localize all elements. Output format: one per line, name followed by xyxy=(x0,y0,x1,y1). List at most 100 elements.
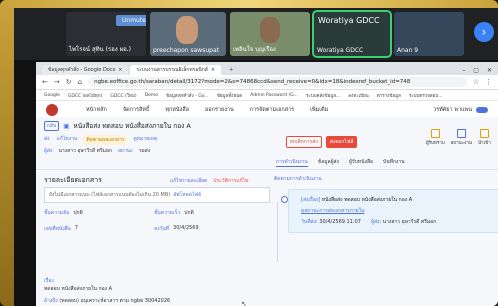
maximize-icon[interactable]: ▢ xyxy=(473,67,479,74)
menu-item-reports[interactable]: ออกรายงาน xyxy=(205,106,234,114)
url-field[interactable]: ngbe.eoffice.go.th/saraban/detail/3172?m… xyxy=(88,77,467,87)
bookmark-item[interactable]: ลงทะเบียน xyxy=(348,92,368,99)
page-title: หนังสือส่ง ทดสอบ หนังสือส่งภายใน กอง A xyxy=(73,122,191,130)
star-icon[interactable]: ☆ xyxy=(473,78,479,86)
participant-tile-3[interactable]: เพลินใจ บุญเรือง xyxy=(230,12,310,56)
upload-link[interactable]: อัพโหลดไฟล์ xyxy=(173,191,201,199)
bookmark-item[interactable]: GDCC (ผลไม้ทุก) xyxy=(68,92,103,99)
bookmarks-bar: Google GDCC (ผลไม้ทุก) GDCC (ใหม่) Demo … xyxy=(36,90,498,101)
page-title-bar: กลับ ▣ หนังสือส่ง ทดสอบ หนังสือส่งภายใน … xyxy=(44,121,191,131)
back-icon[interactable]: ← xyxy=(42,78,48,86)
attachment-text: ยังไม่มีเอกสารแนบ (ไฟล์เอกสารแนบต้องไม่เ… xyxy=(49,192,171,198)
forward-icon[interactable]: → xyxy=(54,78,60,86)
minimize-icon[interactable]: – xyxy=(462,67,465,74)
gold-border-left xyxy=(0,0,14,306)
participant-tile-5[interactable]: Anan 9 xyxy=(394,12,464,56)
bookmark-item[interactable]: Google xyxy=(44,93,60,98)
gold-border-top xyxy=(0,0,498,8)
history-link[interactable]: ประวัติการแก้ไข xyxy=(213,177,248,185)
participant-avatar xyxy=(176,16,198,44)
sender-value: นางสาว อุษาวีรดี ศรีมอก xyxy=(58,148,112,154)
tab-label: ข้อมูลทุกคำสั่ง - Google Docs xyxy=(48,67,116,73)
home-icon[interactable]: ⌂ xyxy=(78,78,82,86)
window-controls: – ▢ ✕ xyxy=(462,65,498,75)
tab-sender-info[interactable]: ข้อมูลผู้ส่ง xyxy=(318,158,339,167)
subject-block: เรื่อง ทดสอบ หนังสือส่งภายใน กอง A อ้างถ… xyxy=(44,277,264,305)
tab-operations[interactable]: การดำเนินงาน xyxy=(276,158,308,167)
back-button[interactable]: กลับ xyxy=(44,121,60,131)
chevron-right-icon[interactable]: › xyxy=(474,22,494,42)
bookmark-item[interactable]: Admin Password (G... xyxy=(250,93,298,98)
close-icon[interactable]: × xyxy=(118,67,122,73)
mouse-cursor-icon: ↖ xyxy=(241,300,247,306)
action-bar: ส่ง แก้ไขงาน ติดตามผลเอกสาร ดูหมายเหตุ xyxy=(44,135,157,145)
menu-item-tracking[interactable]: การจัดตามเอกสาร xyxy=(250,106,294,114)
bookmark-item[interactable]: ตารางข้อมูล xyxy=(377,92,401,99)
acknowledge-icon-button[interactable]: ผู้รับทราบ xyxy=(426,129,445,146)
user-name: วรทัศยา พาแพน xyxy=(433,107,472,113)
unmute-button[interactable]: Unmute xyxy=(116,15,146,26)
user-menu[interactable]: วรทัศยา พาแพน xyxy=(433,106,488,114)
timeline-link[interactable]: ติดตามการดำเนินงาน xyxy=(274,175,496,183)
tab-bar: ข้อมูลทุกคำสั่ง - Google Docs × ระบบงานสา… xyxy=(36,62,498,75)
participant-tile-1[interactable]: Unmute ไพโรจน์ สุทิน (รอง ผอ.) xyxy=(66,12,146,56)
participant-name: preechapon sawsupat xyxy=(153,47,219,54)
tab-recipients[interactable]: ผู้รับหนังสือ xyxy=(349,158,373,167)
subject-value: ทดสอบ หนังสือส่งภายใน กอง A xyxy=(44,286,113,292)
import-icon-button[interactable]: นำเข้า xyxy=(478,129,491,146)
tab-saraban[interactable]: ระบบงานสารบรรณอิเล็กทรอนิกส์ × xyxy=(130,65,222,75)
close-icon[interactable]: ✕ xyxy=(487,67,492,74)
screen: Unmute ไพโรจน์ สุทิน (รอง ผอ.) preechapo… xyxy=(0,0,498,306)
edit-details-link[interactable]: แก้ไขรายละเอียด xyxy=(170,177,207,185)
tab-log[interactable]: บันทึกงาน xyxy=(383,158,405,167)
bookmark-item[interactable]: ข้อมูลทั้งหมด xyxy=(217,92,243,99)
bookmark-item[interactable]: ข้อมูลทุกคำสั่ง - Go... xyxy=(166,92,209,99)
app-logo[interactable] xyxy=(46,104,58,116)
metadata: ชั้นความลับ ปกติ ชั้นความเร็ว ปกติ เลขที่ห… xyxy=(44,210,199,232)
bookmark-item[interactable]: ระบบคลังข้อมูล... xyxy=(306,92,340,99)
bookmark-item[interactable]: GDCC (ใหม่) xyxy=(110,92,136,99)
menu-icon[interactable]: ⋮ xyxy=(485,78,492,86)
track-button[interactable]: ติดตามผลเอกสาร xyxy=(84,135,127,145)
video-call-strip: Unmute ไพโรจน์ สุทิน (รอง ผอ.) preechapo… xyxy=(14,8,498,60)
user-toggle[interactable] xyxy=(476,107,488,113)
tab-google-docs[interactable]: ข้อมูลทุกคำสั่ง - Google Docs × xyxy=(42,65,129,75)
reload-icon[interactable]: ↻ xyxy=(66,78,72,86)
participant-tile-2[interactable]: preechapon sawsupat xyxy=(150,12,226,56)
notes-button[interactable]: ดูหมายเหตุ xyxy=(133,135,157,145)
participant-name: เพลินใจ บุญเรือง xyxy=(233,46,276,53)
export-file-button[interactable]: ส่งออกไฟล์ xyxy=(325,136,358,148)
menu-item-all-docs[interactable]: ทุกหนังสือ xyxy=(165,106,189,114)
timeline-line xyxy=(277,202,278,262)
menu-item-home[interactable]: หน้าหลัก xyxy=(86,106,107,114)
main-content: กลับ ▣ หนังสือส่ง ทดสอบ หนังสือส่งภายใน … xyxy=(36,117,498,306)
subject-label: เรื่อง xyxy=(44,278,54,284)
menu-item-permissions[interactable]: จัดการสิทธิ์ xyxy=(123,106,150,114)
status-icon-button[interactable]: สถานะงาน xyxy=(451,129,472,146)
attachment-box: ยังไม่มีเอกสารแนบ (ไฟล์เอกสารแนบต้องไม่เ… xyxy=(44,187,270,203)
participant-tile-4[interactable]: Woratiya GDCC Woratiya GDCC xyxy=(312,10,392,58)
cancel-send-button[interactable]: ยกเลิกการส่ง xyxy=(286,136,322,148)
status-label: สถานะ xyxy=(117,148,133,154)
address-bar-row: ← → ↻ ⌂ ngbe.eoffice.go.th/saraban/detai… xyxy=(36,75,498,90)
bookmark-item[interactable]: ระบบตรวจสอบ... xyxy=(409,92,443,99)
ref-label: อ้างถึง xyxy=(44,298,58,304)
close-icon[interactable]: × xyxy=(211,67,215,73)
event-link[interactable]: ดูสถานะการส่งเอกสารภายใน xyxy=(301,207,497,215)
menu-item-more[interactable]: เพิ่มเติม xyxy=(310,106,328,114)
edit-button[interactable]: แก้ไขงาน xyxy=(57,135,78,145)
sender-label: ผู้ส่ง xyxy=(44,148,53,154)
send-button[interactable]: ส่ง xyxy=(44,135,50,145)
participant-name: ไพโรจน์ สุทิน (รอง ผอ.) xyxy=(69,46,131,53)
timeline-dot xyxy=(281,196,288,203)
status-value: รอส่ง xyxy=(138,148,151,154)
main-menu: หน้าหลัก จัดการสิทธิ์ ทุกหนังสือ ออกรายง… xyxy=(86,106,328,114)
event-sender: นางสาว อุษาวีรดี ศรีมอก xyxy=(382,219,437,225)
new-tab-button[interactable]: + xyxy=(223,65,239,75)
event-tag: [ส่งเรื่อง] xyxy=(301,197,321,203)
doc-fields: ผู้ส่ง นางสาว อุษาวีรดี ศรีมอก สถานะ รอส… xyxy=(44,147,150,155)
participant-name: Woratiya GDCC xyxy=(317,47,364,54)
divider xyxy=(36,169,498,170)
bookmark-item[interactable]: Demo xyxy=(145,93,158,98)
participant-avatar xyxy=(260,17,280,43)
